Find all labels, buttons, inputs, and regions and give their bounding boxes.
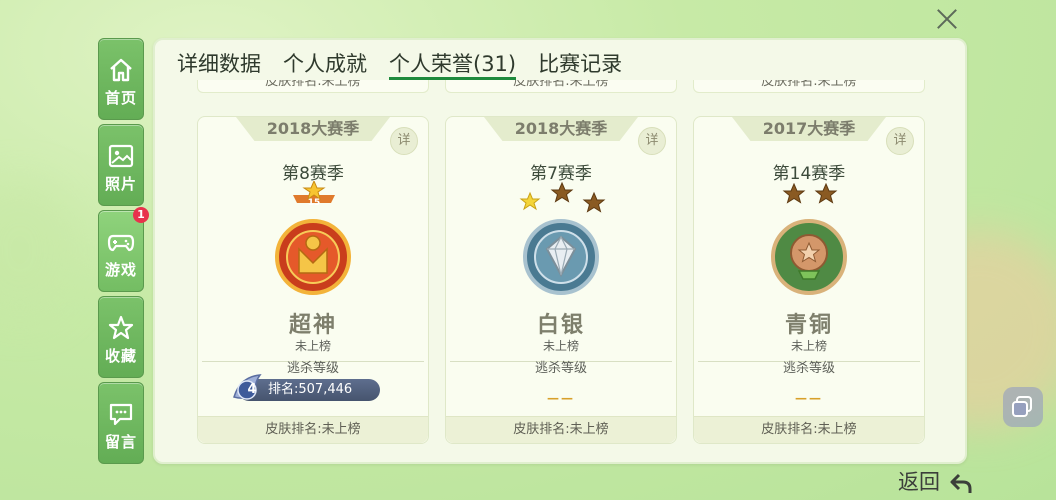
honor-card: 2018大赛季 详 第7赛季 白银 未上榜 逃杀等级 —— 皮肤排名:未上榜	[445, 116, 677, 444]
honors-panel: 详细数据 个人成就 个人荣誉(31) 比赛记录 皮肤排名:未上榜 皮肤排名:未上…	[153, 38, 967, 464]
rank-status: 未上榜	[790, 339, 827, 353]
message-icon	[109, 403, 133, 426]
tab-detailed-data[interactable]: 详细数据	[177, 48, 261, 80]
silver-medal-icon	[523, 219, 599, 295]
honor-card: 2017大赛季 详 第14赛季 青铜 未上榜 逃杀等级 —— 皮肤排名:未上榜	[693, 116, 925, 444]
nav-item-home[interactable]: 首页	[98, 38, 144, 120]
detail-button[interactable]: 详	[886, 127, 914, 155]
side-nav: 首页 照片 1 游戏 收藏 留言	[98, 38, 149, 468]
empty-dash: ——	[547, 391, 575, 405]
back-button[interactable]: 返回	[898, 466, 973, 496]
skin-rank-bar: 皮肤排名:未上榜	[694, 416, 924, 443]
tab-match-records[interactable]: 比赛记录	[538, 48, 622, 80]
level-number: 4	[247, 382, 257, 397]
detail-button[interactable]: 详	[390, 127, 418, 155]
tab-achievements[interactable]: 个人成就	[283, 48, 367, 80]
nav-label: 照片	[104, 175, 137, 193]
two-star-icon	[782, 183, 838, 204]
back-arrow-icon	[950, 473, 972, 493]
nav-item-messages[interactable]: 留言	[98, 382, 144, 464]
notification-badge: 1	[133, 207, 149, 223]
nav-label: 留言	[104, 433, 137, 451]
honor-card: 2018大赛季 详 第8赛季 15 超神 未上榜 逃杀等级 4 排名:507,4	[197, 116, 429, 444]
rank-title: 青铜	[784, 313, 833, 338]
season-year: 2018大赛季	[236, 117, 390, 141]
supreme-medal-icon	[275, 219, 351, 295]
window-stack-icon	[1012, 396, 1032, 417]
skin-rank-bar: 皮肤排名:未上榜	[446, 416, 676, 443]
bg-blob	[0, 180, 80, 320]
nav-label: 收藏	[104, 347, 137, 365]
rank-pill: 4 排名:507,446	[233, 374, 380, 401]
nav-item-favorites[interactable]: 收藏	[98, 296, 144, 378]
season-year: 2018大赛季	[484, 117, 638, 141]
skin-rank-label: 皮肤排名:未上榜	[693, 80, 925, 93]
home-icon	[110, 58, 132, 82]
previous-row: 皮肤排名:未上榜 皮肤排名:未上榜 皮肤排名:未上榜	[197, 80, 927, 93]
floating-window-button[interactable]	[1003, 387, 1043, 427]
star-level: 15	[198, 181, 428, 211]
tier-label: 逃杀等级	[782, 361, 835, 376]
skin-rank-bar: 皮肤排名:未上榜	[198, 416, 428, 443]
rank-title: 超神	[288, 313, 337, 338]
back-label: 返回	[898, 470, 940, 494]
skin-rank-label: 皮肤排名:未上榜	[445, 80, 677, 93]
nav-label: 首页	[104, 89, 137, 107]
nav-item-photos[interactable]: 照片	[98, 124, 144, 206]
rank-number: 排名:507,446	[268, 382, 353, 397]
empty-dash: ——	[795, 391, 823, 405]
rank-status: 未上榜	[542, 339, 579, 353]
skin-rank-label: 皮肤排名:未上榜	[197, 80, 429, 93]
nav-item-games[interactable]: 1 游戏	[98, 207, 149, 292]
rank-title: 白银	[536, 313, 585, 338]
tab-honors[interactable]: 个人荣誉(31)	[389, 48, 517, 80]
star-icon	[108, 315, 134, 340]
tier-label: 逃杀等级	[534, 361, 587, 376]
photo-icon	[108, 144, 134, 168]
star-rating	[446, 181, 676, 213]
rank-status: 未上榜	[294, 339, 331, 353]
nav-label: 游戏	[104, 261, 137, 279]
three-star-icon	[519, 181, 606, 213]
bronze-medal-icon	[771, 219, 847, 295]
detail-button[interactable]: 详	[638, 127, 666, 155]
tab-bar: 详细数据 个人成就 个人荣誉(31) 比赛记录	[177, 48, 644, 80]
season-year: 2017大赛季	[732, 117, 886, 141]
gamepad-icon	[107, 234, 135, 252]
star-level-number: 15	[307, 198, 321, 208]
close-button[interactable]	[934, 6, 960, 32]
star-rating	[694, 181, 924, 211]
